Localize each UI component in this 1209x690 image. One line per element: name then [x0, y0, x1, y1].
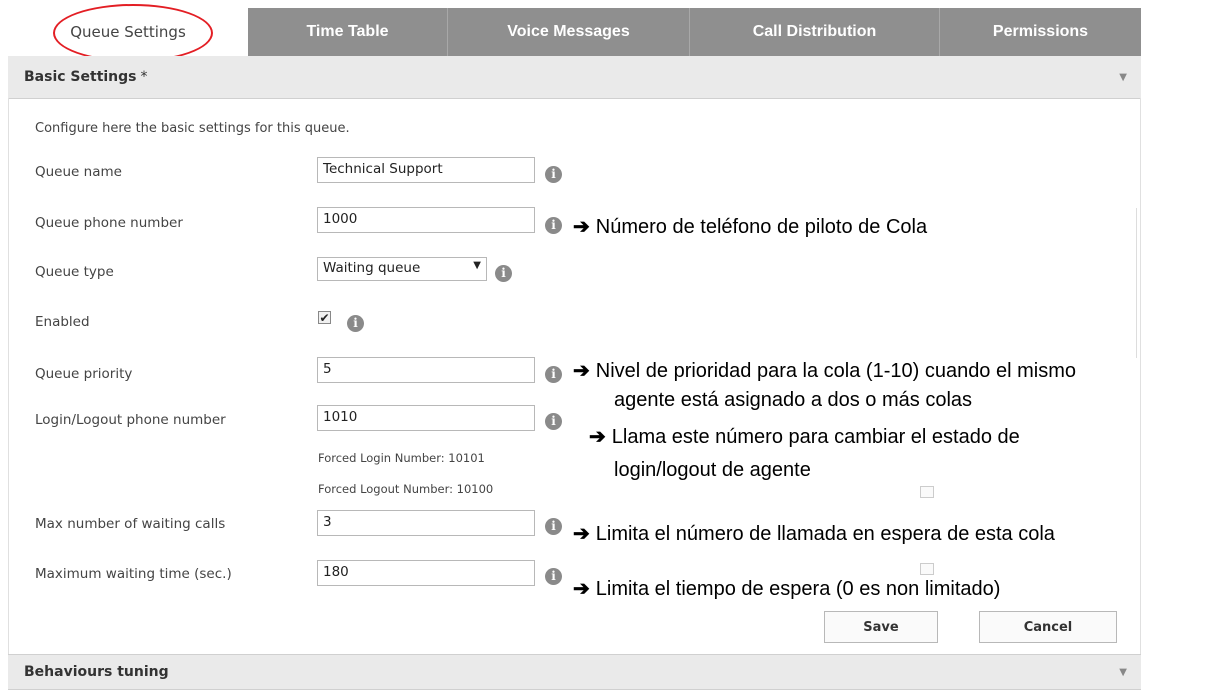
login-logout-label: Login/Logout phone number	[35, 412, 226, 428]
section-title: Behaviours tuning	[24, 664, 169, 680]
tab-label: Call Distribution	[752, 23, 877, 40]
annotation-text: Número de teléfono de piloto de Cola	[595, 216, 928, 238]
annotation-text: Llama este número para cambiar el estado…	[611, 426, 1020, 448]
required-marker: *	[140, 69, 148, 85]
tab-queue-settings[interactable]: Queue Settings	[8, 8, 248, 56]
max-waiting-time-input[interactable]: 180	[317, 560, 535, 586]
queue-type-select[interactable]: Waiting queue ▼	[317, 257, 487, 281]
enabled-label: Enabled	[35, 314, 90, 330]
info-icon[interactable]: i	[347, 315, 364, 332]
dropdown-arrow-icon: ▼	[473, 260, 481, 271]
scrollbar[interactable]	[1136, 208, 1137, 358]
max-waiting-calls-input[interactable]: 3	[317, 510, 535, 536]
tab-time-table[interactable]: Time Table	[248, 8, 448, 56]
annotation-text: Nivel de prioridad para la cola (1-10) c…	[595, 360, 1076, 382]
arrow-icon: ➔	[573, 578, 590, 600]
max-waiting-time-label: Maximum waiting time (sec.)	[35, 566, 232, 582]
queue-phone-label: Queue phone number	[35, 215, 183, 231]
annotation-text: Limita el tiempo de espera (0 es non lim…	[595, 578, 1001, 600]
info-icon[interactable]: i	[545, 166, 562, 183]
tab-permissions[interactable]: Permissions	[940, 8, 1141, 56]
max-waiting-calls-label: Max number of waiting calls	[35, 516, 226, 532]
login-logout-input[interactable]: 1010	[317, 405, 535, 431]
chevron-down-icon: ▼	[1119, 71, 1127, 83]
arrow-icon: ➔	[573, 216, 590, 238]
queue-phone-input[interactable]: 1000	[317, 207, 535, 233]
annotation-text: Limita el número de llamada en espera de…	[595, 523, 1055, 545]
select-value: Waiting queue	[323, 260, 421, 276]
annotation-priority-1: ➔ Nivel de prioridad para la cola (1-10) …	[573, 357, 1076, 385]
section-title: Basic Settings	[24, 69, 137, 85]
annotation-max-calls: ➔ Limita el número de llamada en espera d…	[573, 520, 1055, 548]
forced-login-text: Forced Login Number: 10101	[318, 451, 485, 465]
info-icon[interactable]: i	[545, 217, 562, 234]
tab-label: Queue Settings	[70, 23, 186, 41]
forced-logout-text: Forced Logout Number: 10100	[318, 482, 494, 496]
tab-label: Permissions	[992, 23, 1089, 40]
arrow-icon: ➔	[573, 360, 590, 382]
chevron-down-icon: ▼	[1119, 666, 1127, 678]
annotation-priority-2: agente está asignado a dos o más colas	[614, 386, 973, 414]
tab-call-distribution[interactable]: Call Distribution	[690, 8, 940, 56]
tab-voice-messages[interactable]: Voice Messages	[448, 8, 690, 56]
ghost-checkbox	[920, 563, 934, 575]
queue-priority-label: Queue priority	[35, 366, 133, 382]
arrow-icon: ➔	[573, 523, 590, 545]
intro-text: Configure here the basic settings for th…	[35, 121, 350, 136]
basic-settings-header[interactable]: Basic Settings * ▼	[8, 56, 1141, 99]
arrow-icon: ➔	[589, 426, 606, 448]
annotation-phone: ➔ Número de teléfono de piloto de Cola	[573, 213, 928, 241]
queue-name-label: Queue name	[35, 164, 122, 180]
info-icon[interactable]: i	[495, 265, 512, 282]
queue-name-input[interactable]: Technical Support	[317, 157, 535, 183]
queue-type-label: Queue type	[35, 264, 114, 280]
queue-priority-input[interactable]: 5	[317, 357, 535, 383]
info-icon[interactable]: i	[545, 366, 562, 383]
enabled-checkbox[interactable]: ✔	[318, 311, 331, 324]
annotation-max-time: ➔ Limita el tiempo de espera (0 es non li…	[573, 575, 1001, 603]
info-icon[interactable]: i	[545, 568, 562, 585]
tab-label: Time Table	[306, 23, 389, 40]
tab-label: Voice Messages	[507, 23, 630, 40]
annotation-login-1: ➔ Llama este número para cambiar el estad…	[589, 423, 1020, 451]
annotation-login-2: login/logout de agente	[614, 456, 811, 484]
ghost-checkbox	[920, 486, 934, 498]
info-icon[interactable]: i	[545, 413, 562, 430]
tab-bar: Queue Settings Time Table Voice Messages…	[8, 8, 1141, 56]
cancel-button[interactable]: Cancel	[979, 611, 1117, 643]
info-icon[interactable]: i	[545, 518, 562, 535]
save-button[interactable]: Save	[824, 611, 938, 643]
